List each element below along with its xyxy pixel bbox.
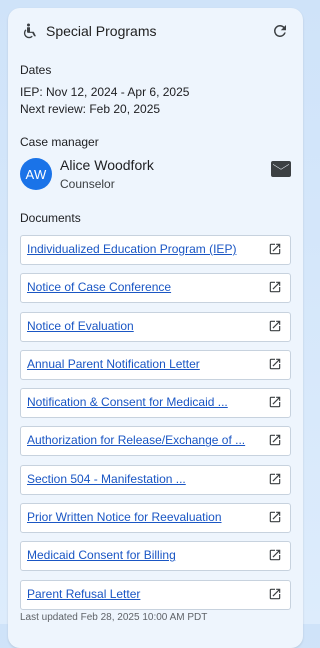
case-manager-role: Counselor (60, 176, 115, 191)
document-link[interactable]: Authorization for Release/Exchange of ..… (27, 433, 260, 447)
refresh-icon[interactable] (269, 20, 291, 42)
document-item[interactable]: Parent Refusal Letter (20, 579, 291, 610)
open-in-new-icon[interactable] (268, 280, 282, 294)
document-link[interactable]: Individualized Education Program (IEP) (27, 242, 260, 256)
document-link[interactable]: Annual Parent Notification Letter (27, 357, 260, 371)
document-link[interactable]: Medicaid Consent for Billing (27, 548, 260, 562)
document-item[interactable]: Notice of Case Conference (20, 273, 291, 304)
avatar: AW (20, 158, 52, 190)
document-item[interactable]: Prior Written Notice for Reevaluation (20, 503, 291, 534)
document-link[interactable]: Parent Refusal Letter (27, 587, 260, 601)
open-in-new-icon[interactable] (268, 548, 282, 562)
open-in-new-icon[interactable] (268, 395, 282, 409)
case-manager-name: Alice Woodfork (60, 156, 154, 173)
open-in-new-icon[interactable] (268, 472, 282, 486)
card-title: Special Programs (46, 23, 157, 39)
card-header: Special Programs (20, 20, 291, 42)
document-item[interactable]: Section 504 - Manifestation ... (20, 464, 291, 495)
document-link[interactable]: Notification & Consent for Medicaid ... (27, 395, 260, 409)
documents-label: Documents (20, 211, 81, 225)
open-in-new-icon[interactable] (268, 242, 282, 256)
document-item[interactable]: Individualized Education Program (IEP) (20, 235, 291, 265)
documents-list: Individualized Education Program (IEP) No… (20, 235, 291, 618)
open-in-new-icon[interactable] (268, 433, 282, 447)
next-review-date: Next review: Feb 20, 2025 (20, 102, 161, 116)
document-link[interactable]: Section 504 - Manifestation ... (27, 472, 260, 486)
open-in-new-icon[interactable] (268, 319, 282, 333)
open-in-new-icon[interactable] (268, 357, 282, 371)
document-item[interactable]: Medicaid Consent for Billing (20, 541, 291, 572)
document-item[interactable]: Notification & Consent for Medicaid ... (20, 388, 291, 419)
document-link[interactable]: Notice of Evaluation (27, 319, 260, 333)
document-item[interactable]: Notice of Evaluation (20, 311, 291, 342)
case-manager-label: Case manager (20, 135, 99, 149)
dates-label: Dates (20, 63, 52, 77)
case-manager-info: Alice Woodfork Counselor (60, 157, 154, 192)
open-in-new-icon[interactable] (268, 587, 282, 601)
document-item[interactable]: Authorization for Release/Exchange of ..… (20, 426, 291, 457)
last-updated: Last updated Feb 28, 2025 10:00 AM PDT (20, 612, 208, 623)
case-manager: AW Alice Woodfork Counselor (20, 157, 293, 191)
mail-icon[interactable] (271, 161, 291, 177)
document-link[interactable]: Notice of Case Conference (27, 280, 260, 294)
iep-dates: IEP: Nov 12, 2024 - Apr 6, 2025 (20, 85, 190, 99)
document-link[interactable]: Prior Written Notice for Reevaluation (27, 510, 260, 524)
open-in-new-icon[interactable] (268, 510, 282, 524)
accessibility-icon (20, 21, 40, 41)
special-programs-card: Special Programs Dates IEP: Nov 12, 2024… (8, 8, 303, 648)
document-item[interactable]: Annual Parent Notification Letter (20, 349, 291, 380)
